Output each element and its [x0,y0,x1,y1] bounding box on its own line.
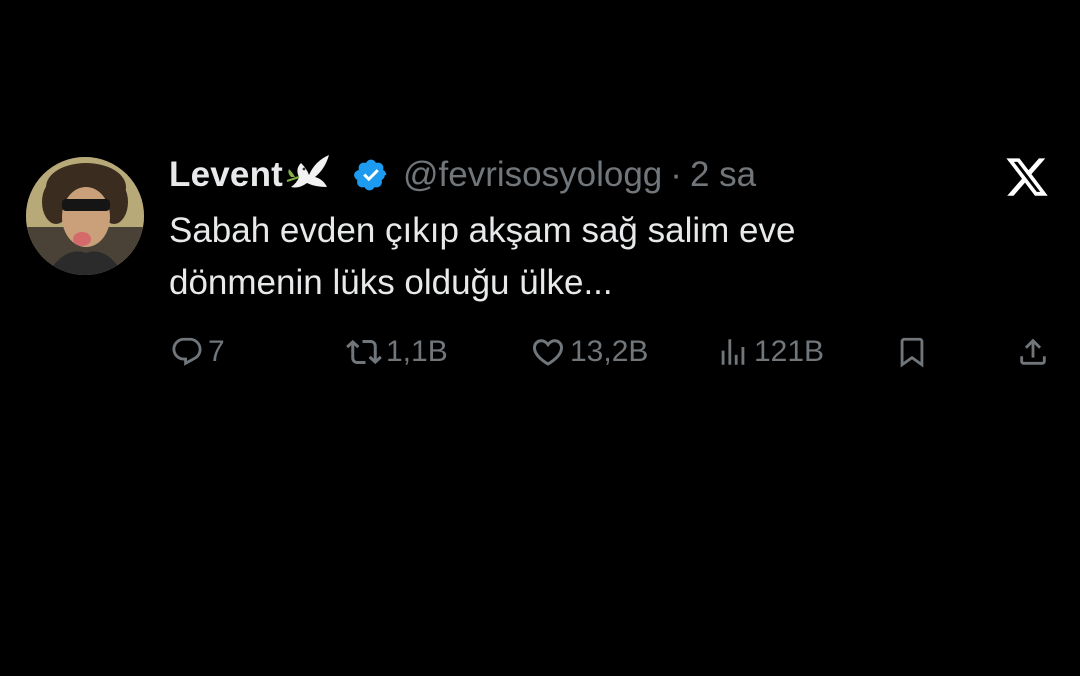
heart-icon [532,339,564,366]
reply-icon [172,337,202,366]
x-logo-icon [1003,154,1051,200]
tweet-text-line: dönmenin lüks olduğu ülke... [169,263,613,302]
avatar[interactable] [26,157,144,275]
views-count: 121B [754,335,825,368]
share-icon [1020,338,1046,365]
like-button[interactable]: 13,2B [530,330,648,374]
reply-button[interactable]: 7 [170,330,225,374]
bookmark-icon [900,337,924,368]
views-button[interactable]: 121B [716,330,824,374]
retweet-count: 1,1B [386,335,448,368]
display-name[interactable]: Levent [169,155,283,195]
separator-dot: · [670,155,682,194]
bookmark-button[interactable] [895,330,929,374]
tweet-card[interactable]: Levent @fevrisosyologg · 2 sa Sabah evde… [0,0,1080,676]
tweet-text: Sabah evden çıkıp akşam sağ salim eve dö… [169,205,969,309]
timestamp[interactable]: 2 sa [690,155,756,195]
share-button[interactable] [1016,330,1050,374]
retweet-icon [346,339,382,365]
like-count: 13,2B [570,335,649,368]
verified-badge-icon[interactable] [353,157,389,193]
views-chart-icon [721,339,745,365]
tweet-header: Levent @fevrisosyologg · 2 sa [169,148,756,202]
retweet-button[interactable]: 1,1B [346,330,448,374]
dove-icon [285,147,335,197]
action-bar: 7 1,1B 13,2B 121B [0,330,1080,374]
tweet-text-line: Sabah evden çıkıp akşam sağ salim eve [169,211,796,250]
user-handle[interactable]: @fevrisosyologg [403,155,662,195]
reply-count: 7 [208,335,225,368]
